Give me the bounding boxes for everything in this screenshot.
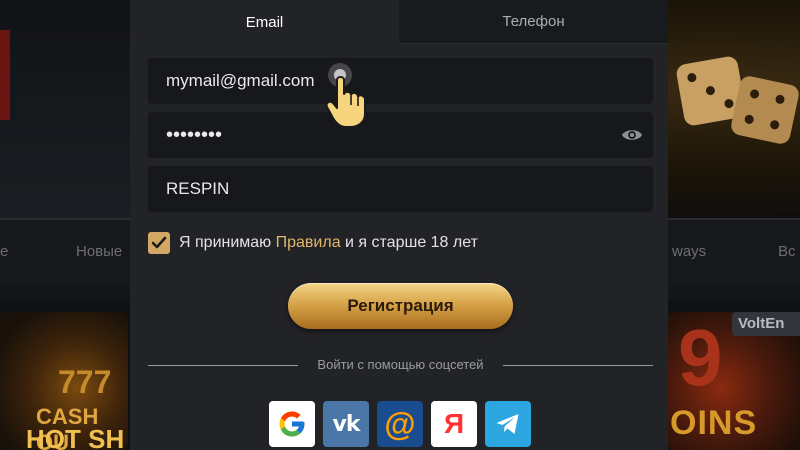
game-tile-text: HOT SH [26, 424, 125, 450]
yandex-login-button[interactable]: Я [431, 401, 477, 447]
telegram-login-button[interactable] [485, 401, 531, 447]
vk-login-button[interactable]: vk [323, 401, 369, 447]
register-button[interactable]: Регистрация [288, 283, 513, 329]
google-icon [279, 411, 305, 437]
promo-code-value: RESPIN [166, 179, 230, 198]
divider-line [503, 365, 653, 366]
auth-tabs: Email Телефон [130, 0, 668, 44]
nav-item[interactable]: ways [672, 243, 706, 260]
nav-item-new[interactable]: Новые [76, 243, 122, 260]
nav-item[interactable]: е [0, 243, 8, 260]
game-tile-text: 9 [678, 313, 723, 402]
terms-suffix: и я старше 18 лет [340, 234, 478, 251]
eye-icon[interactable] [621, 125, 643, 145]
rules-link[interactable]: Правила [276, 234, 341, 251]
nav-item-all[interactable]: Вс [778, 243, 796, 260]
game-tile-text: OINS [670, 404, 758, 442]
dice-image [729, 74, 800, 146]
tab-phone[interactable]: Телефон [399, 0, 668, 44]
registration-modal: Email Телефон mymail@gmail.com •••••••• … [130, 0, 668, 450]
game-tile[interactable]: 777 CASH OU HOT SH [0, 312, 128, 450]
game-tile-text: 777 [58, 364, 112, 400]
roulette-graphic [0, 30, 10, 120]
provider-badge: VoltEn [732, 312, 800, 336]
yandex-icon: Я [443, 408, 465, 439]
social-divider: Войти с помощью соцсетей [148, 355, 653, 375]
social-divider-text: Войти с помощью соцсетей [317, 357, 484, 372]
mail-ru-icon: @ [384, 406, 416, 442]
terms-text: Я принимаю Правила и я старше 18 лет [179, 234, 478, 252]
terms-checkbox[interactable] [148, 232, 170, 254]
google-login-button[interactable] [269, 401, 315, 447]
check-icon [151, 236, 167, 249]
terms-agreement: Я принимаю Правила и я старше 18 лет [148, 232, 478, 254]
hero-banner-left [0, 0, 130, 218]
terms-prefix: Я принимаю [179, 234, 276, 251]
divider-line [148, 365, 298, 366]
password-field[interactable]: •••••••• [148, 112, 653, 158]
password-value: •••••••• [166, 123, 223, 146]
email-value: mymail@gmail.com [166, 71, 315, 90]
email-field[interactable]: mymail@gmail.com [148, 58, 653, 104]
tab-email[interactable]: Email [130, 0, 399, 44]
telegram-icon [496, 414, 519, 434]
vk-icon: vk [332, 411, 361, 437]
social-login-buttons: vk @ Я [269, 401, 531, 447]
promo-code-field[interactable]: RESPIN [148, 166, 653, 212]
mail-ru-login-button[interactable]: @ [377, 401, 423, 447]
